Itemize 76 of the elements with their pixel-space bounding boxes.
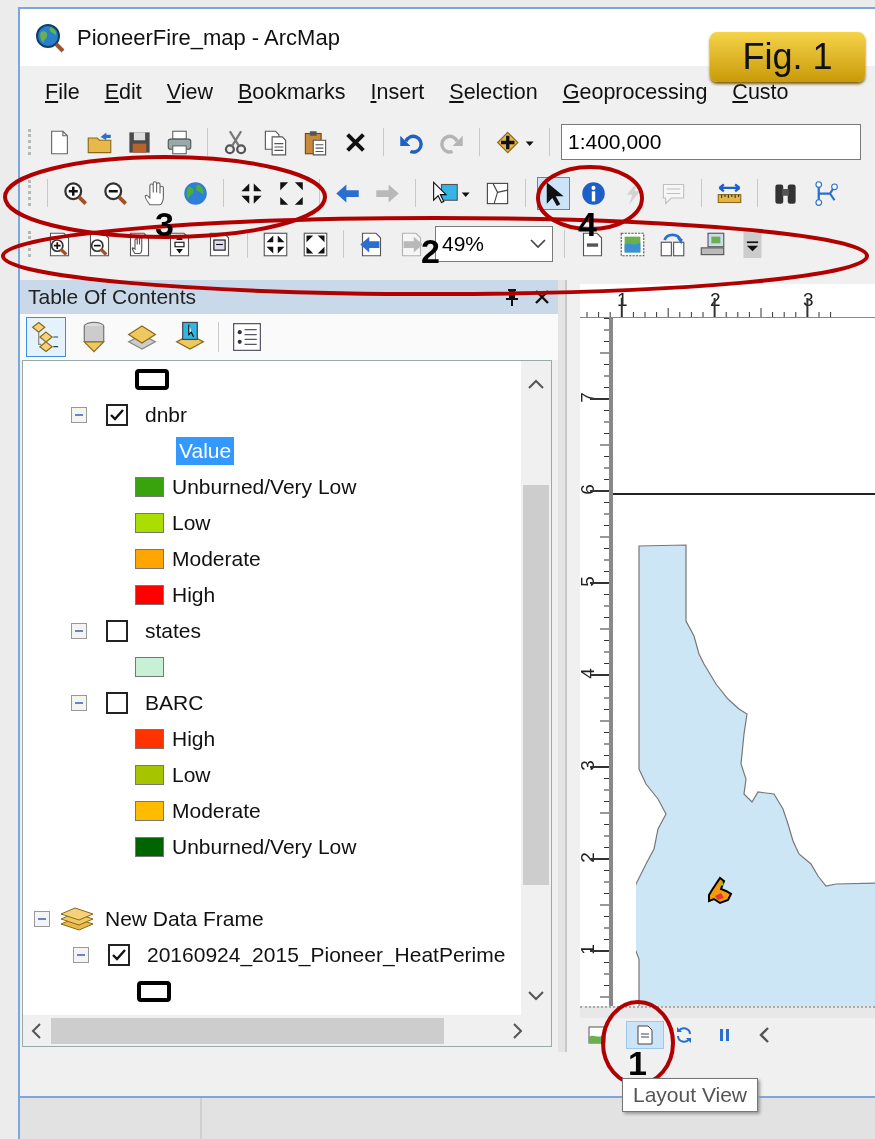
close-icon[interactable] bbox=[534, 289, 550, 305]
minus-box-icon[interactable] bbox=[71, 695, 87, 711]
toolbar-separator bbox=[564, 230, 565, 258]
checkbox[interactable] bbox=[106, 404, 128, 426]
checkbox[interactable] bbox=[106, 692, 128, 714]
legend-label: Unburned/Very Low bbox=[172, 475, 357, 499]
toolbar-separator bbox=[415, 179, 416, 207]
scrollbar-thumb[interactable] bbox=[523, 485, 549, 885]
annotation-number: 1 bbox=[628, 1052, 647, 1076]
outline-symbol-icon bbox=[135, 368, 169, 390]
checkmark-icon bbox=[111, 947, 127, 963]
toolbar-separator bbox=[319, 179, 320, 207]
menu-item[interactable]: Insert bbox=[370, 79, 425, 105]
toolbar-separator bbox=[223, 179, 224, 207]
toolbar-separator bbox=[343, 230, 344, 258]
annotation-number: 4 bbox=[578, 213, 597, 237]
layer-name[interactable]: 20160924_2015_Pioneer_HeatPerime bbox=[147, 943, 506, 967]
legend-label: Unburned/Very Low bbox=[172, 835, 357, 859]
minus-box-icon[interactable] bbox=[71, 623, 87, 639]
legend-label: High bbox=[172, 583, 216, 607]
legend-label: Low bbox=[172, 763, 211, 787]
toolbar-separator bbox=[207, 128, 208, 156]
chevron-right-icon[interactable] bbox=[513, 1022, 523, 1039]
outline-symbol-icon bbox=[137, 980, 171, 1002]
toolbar-grip[interactable] bbox=[28, 129, 34, 155]
toolbar-separator bbox=[247, 230, 248, 258]
toolbar-separator bbox=[383, 128, 384, 156]
menu-item[interactable]: Edit bbox=[104, 79, 142, 105]
toolbar-separator bbox=[47, 179, 48, 207]
menu-item[interactable]: View bbox=[166, 79, 213, 105]
legend-label: Moderate bbox=[172, 547, 261, 571]
page-button[interactable] bbox=[626, 1021, 664, 1049]
tooltip: Layout View bbox=[622, 1078, 759, 1112]
minus-box-icon[interactable] bbox=[73, 947, 89, 963]
legend-label: High bbox=[172, 727, 216, 751]
legend-label: Moderate bbox=[172, 799, 261, 823]
toolbar-separator bbox=[701, 179, 702, 207]
menu-item[interactable]: Bookmarks bbox=[237, 79, 346, 105]
data-frame-name[interactable]: New Data Frame bbox=[105, 907, 264, 931]
pin-icon[interactable] bbox=[504, 288, 520, 306]
chevron-down-icon[interactable] bbox=[530, 239, 546, 249]
chevron-down-icon[interactable] bbox=[528, 991, 544, 1001]
chevron-up-icon[interactable] bbox=[528, 379, 544, 389]
minus-box-icon[interactable] bbox=[71, 407, 87, 423]
page-icon[interactable] bbox=[635, 1025, 655, 1045]
toolbar-grip[interactable] bbox=[28, 231, 34, 257]
menu-item[interactable]: Geoprocessing bbox=[562, 79, 708, 105]
scale-field[interactable]: 1:400,000 bbox=[561, 124, 861, 160]
chevron-left-icon[interactable] bbox=[31, 1022, 41, 1039]
scrollbar-thumb[interactable] bbox=[51, 1017, 444, 1044]
menu-item[interactable]: Custo bbox=[732, 79, 789, 105]
app-logo-icon bbox=[35, 22, 65, 53]
chevron-left-icon[interactable] bbox=[758, 1026, 770, 1044]
toolbar-separator bbox=[525, 179, 526, 207]
toolbar-separator bbox=[549, 128, 550, 156]
menu-item[interactable]: Selection bbox=[449, 79, 538, 105]
layer-name[interactable]: dnbr bbox=[145, 403, 188, 427]
fire-perimeter-icon bbox=[708, 876, 733, 905]
window-title: PioneerFire_map - ArcMap bbox=[77, 24, 340, 51]
pause-icon[interactable] bbox=[718, 1027, 732, 1043]
panel-title: Table Of Contents bbox=[28, 285, 198, 309]
menu-item[interactable]: File bbox=[45, 79, 80, 105]
checkbox[interactable] bbox=[106, 620, 128, 642]
layer-name[interactable]: states bbox=[145, 619, 202, 643]
minus-box-icon[interactable] bbox=[34, 911, 50, 927]
figure-badge: Fig. 1 bbox=[710, 32, 865, 82]
legend-label: Low bbox=[172, 511, 211, 535]
checkmark-icon bbox=[109, 407, 125, 423]
refresh-icon[interactable] bbox=[674, 1025, 694, 1045]
toolbar-separator bbox=[757, 179, 758, 207]
toolbar-separator bbox=[479, 128, 480, 156]
layer-name[interactable]: BARC bbox=[145, 691, 204, 715]
checkbox[interactable] bbox=[108, 944, 130, 966]
toolbar-grip[interactable] bbox=[28, 180, 34, 206]
scroll-strip[interactable] bbox=[580, 1006, 875, 1018]
tree-diamonds-icon[interactable] bbox=[26, 317, 66, 357]
